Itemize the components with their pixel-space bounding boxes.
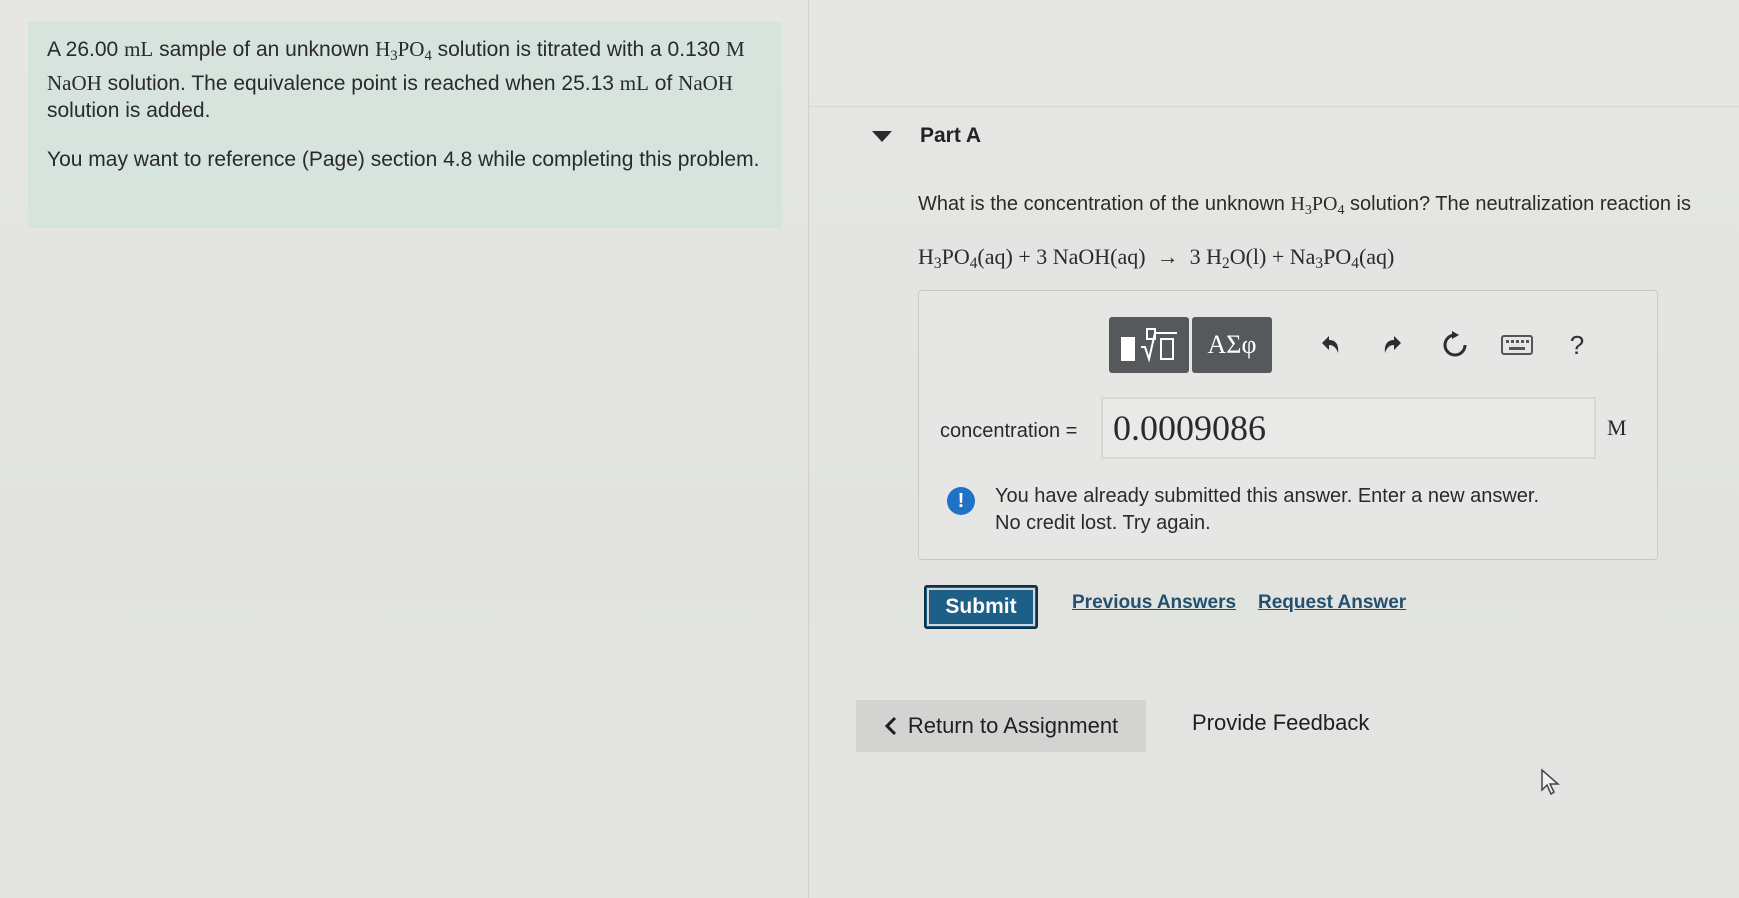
concentration-input[interactable] (1101, 397, 1596, 459)
feedback-line-1: You have already submitted this answer. … (995, 485, 1540, 507)
concentration-label: concentration = (940, 420, 1078, 442)
mouse-cursor-icon (1541, 768, 1560, 796)
problem-statement: A 26.00 mL sample of an unknown H3PO4 so… (47, 37, 745, 122)
part-title[interactable]: Part A (920, 124, 981, 148)
request-answer-link[interactable]: Request Answer (1258, 592, 1406, 614)
column-divider (808, 0, 809, 898)
reference-note: You may want to reference (Page) section… (47, 148, 760, 171)
provide-feedback-link[interactable]: Provide Feedback (1192, 710, 1369, 736)
return-label: Return to Assignment (907, 713, 1119, 738)
unit-label: M (1607, 415, 1627, 440)
collapse-caret-icon[interactable] (872, 131, 892, 142)
header-divider (808, 106, 1739, 107)
redo-icon[interactable] (1377, 329, 1409, 361)
feedback-line-2: No credit lost. Try again. (995, 512, 1211, 534)
question-text: What is the concentration of the unknown… (918, 193, 1691, 218)
templates-icon (1121, 328, 1177, 363)
feedback-message: ! You have already submitted this answer… (947, 483, 1567, 537)
answer-box: ΑΣφ ? concentration = M ! You have alrea… (918, 290, 1658, 560)
previous-answers-link[interactable]: Previous Answers (1072, 592, 1236, 614)
chevron-left-icon (884, 716, 896, 736)
help-button[interactable]: ? (1561, 329, 1593, 361)
alert-icon: ! (947, 487, 975, 515)
formula-h3po4: H3PO4 (375, 37, 432, 64)
templates-button[interactable] (1109, 317, 1189, 373)
keyboard-icon[interactable] (1501, 329, 1533, 361)
unit-ml: mL (124, 37, 154, 61)
formula-h3po4: H3PO4 (1290, 193, 1345, 218)
formula-naoh: NaOH (47, 71, 102, 95)
submit-button[interactable]: Submit (924, 585, 1038, 629)
reset-icon[interactable] (1439, 329, 1471, 361)
reaction-equation: H3PO4(aq) + 3 NaOH(aq) → 3 H2O(l) + Na3P… (918, 244, 1395, 272)
return-to-assignment-button[interactable]: Return to Assignment (856, 700, 1146, 752)
greek-symbols-button[interactable]: ΑΣφ (1192, 317, 1272, 373)
undo-icon[interactable] (1314, 329, 1346, 361)
arrow-icon: → (1156, 244, 1179, 269)
problem-panel: A 26.00 mL sample of an unknown H3PO4 so… (28, 22, 782, 228)
